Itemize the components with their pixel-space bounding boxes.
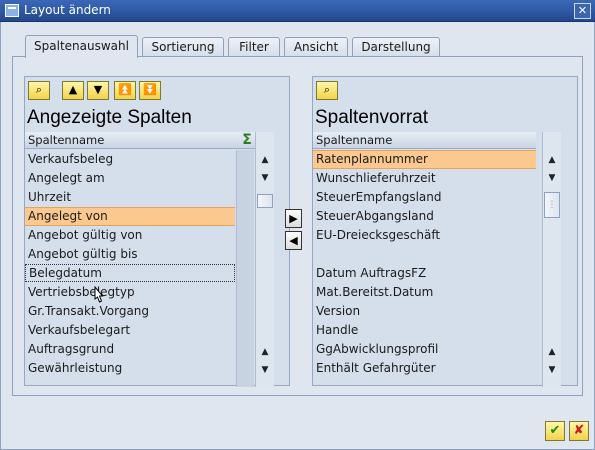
displayed-columns-title: Angezeigte Spalten bbox=[27, 107, 192, 128]
scroll-up-arrow-icon[interactable]: ▲ bbox=[544, 152, 560, 168]
window-layout-icon bbox=[5, 4, 19, 17]
available-columns-title: Spaltenvorrat bbox=[315, 107, 429, 128]
column-header-spaltenname[interactable]: Spaltenname bbox=[313, 132, 536, 149]
move-to-top-button[interactable]: ⏫ bbox=[114, 81, 136, 100]
list-item[interactable]: Verkaufsbeleg bbox=[25, 150, 235, 169]
right-toolbar: ⌕ bbox=[313, 77, 577, 103]
list-item[interactable]: Version bbox=[313, 302, 536, 321]
list-item[interactable]: SteuerEmpfangsland bbox=[313, 188, 536, 207]
scroll-thumb[interactable] bbox=[257, 194, 273, 208]
list-item[interactable]: Auftragsgrund bbox=[25, 340, 235, 359]
displayed-columns-panel: ⌕ ▲ ▼ ⏫ ⏬ Angezeigte Spalten Spaltenname… bbox=[24, 76, 290, 387]
sigma-column bbox=[236, 150, 254, 387]
move-down-button[interactable]: ▼ bbox=[87, 81, 109, 100]
available-columns-list: Spaltenname Ratenplannummer Wunschlieferu… bbox=[313, 132, 577, 387]
tab-darstellung[interactable]: Darstellung bbox=[352, 37, 440, 57]
tab-spaltenauswahl[interactable]: Spaltenauswahl bbox=[25, 35, 138, 58]
list-item[interactable]: Handle bbox=[313, 321, 536, 340]
right-scrollbar[interactable]: ▲ ▼ ⋮ ▲ ▼ bbox=[542, 132, 561, 387]
list-item[interactable]: Angelegt am bbox=[25, 169, 235, 188]
add-column-button[interactable]: ▶ bbox=[285, 209, 302, 228]
scroll-up-arrow-icon[interactable]: ▲ bbox=[257, 344, 273, 360]
list-item[interactable]: SteuerAbgangsland bbox=[313, 207, 536, 226]
list-item[interactable]: Datum AuftragsFZ bbox=[313, 264, 536, 283]
list-item[interactable]: Mat.Bereitst.Datum bbox=[313, 283, 536, 302]
scroll-up-arrow-icon[interactable]: ▲ bbox=[544, 344, 560, 360]
window-title: Layout ändern bbox=[24, 3, 111, 17]
left-scrollbar[interactable]: ▲ ▼ ▲ ▼ bbox=[255, 132, 274, 387]
scroll-down-arrow-icon[interactable]: ▼ bbox=[257, 362, 273, 378]
list-item[interactable]: GgAbwicklungsprofil bbox=[313, 340, 536, 359]
list-item[interactable]: Verkaufsbelegart bbox=[25, 321, 235, 340]
scroll-up-arrow-icon[interactable]: ▲ bbox=[257, 152, 273, 168]
scroll-down-arrow-icon[interactable]: ▼ bbox=[544, 170, 560, 186]
find-binoculars-icon[interactable]: ⌕ bbox=[316, 81, 338, 100]
list-item[interactable]: Wunschlieferuhrzeit bbox=[313, 169, 536, 188]
tab-filter[interactable]: Filter bbox=[228, 37, 280, 57]
list-item[interactable]: Angelegt von bbox=[25, 207, 235, 226]
list-item[interactable]: Enthält Gefahrgüter bbox=[313, 359, 536, 378]
list-item[interactable]: Gewährleistung bbox=[25, 359, 235, 378]
list-item[interactable]: Angebot gültig bis bbox=[25, 245, 235, 264]
sum-sigma-icon: Σ bbox=[242, 132, 252, 148]
displayed-columns-list: Spaltenname Σ Verkaufsbeleg Angelegt am Uh… bbox=[25, 132, 289, 387]
tab-ansicht[interactable]: Ansicht bbox=[284, 37, 348, 57]
left-toolbar: ⌕ ▲ ▼ ⏫ ⏬ bbox=[25, 77, 289, 103]
scroll-thumb[interactable]: ⋮ bbox=[544, 192, 560, 218]
move-to-bottom-button[interactable]: ⏬ bbox=[139, 81, 161, 100]
mouse-pointer-icon bbox=[94, 286, 104, 303]
remove-column-button[interactable]: ◀ bbox=[285, 231, 302, 250]
cancel-x-button[interactable]: ✘ bbox=[569, 421, 589, 441]
confirm-check-button[interactable]: ✔ bbox=[545, 421, 565, 441]
list-item[interactable]: Belegdatum bbox=[25, 264, 235, 282]
list-item[interactable]: Ratenplannummer bbox=[313, 150, 536, 169]
list-item[interactable]: Uhrzeit bbox=[25, 188, 235, 207]
list-item[interactable]: Vertriebsbelegtyp bbox=[25, 283, 235, 302]
find-binoculars-icon[interactable]: ⌕ bbox=[28, 81, 50, 100]
scroll-down-arrow-icon[interactable]: ▼ bbox=[257, 170, 273, 186]
list-item-empty[interactable] bbox=[313, 245, 536, 264]
list-item[interactable]: Angebot gültig von bbox=[25, 226, 235, 245]
title-bar: Layout ändern ✕ bbox=[0, 0, 595, 22]
scroll-down-arrow-icon[interactable]: ▼ bbox=[544, 362, 560, 378]
close-window-button[interactable]: ✕ bbox=[574, 3, 591, 19]
move-up-button[interactable]: ▲ bbox=[62, 81, 84, 100]
column-header-spaltenname[interactable]: Spaltenname bbox=[25, 132, 235, 149]
tab-sortierung[interactable]: Sortierung bbox=[142, 37, 224, 57]
list-item[interactable]: Gr.Transakt.Vorgang bbox=[25, 302, 235, 321]
list-item[interactable]: EU-Dreiecksgeschäft bbox=[313, 226, 536, 245]
available-columns-panel: ⌕ Spaltenvorrat Spaltenname Ratenplannum… bbox=[312, 76, 578, 387]
